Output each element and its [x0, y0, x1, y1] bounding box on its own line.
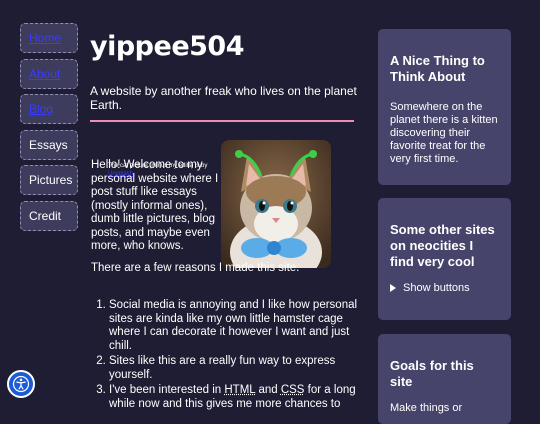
css-abbr: CSS — [281, 384, 305, 396]
accessibility-icon — [12, 375, 30, 393]
list-item: Sites like this are a really fun way to … — [109, 355, 371, 382]
nice-thing-card: A Nice Thing to Think About Somewhere on… — [378, 29, 511, 185]
main-content: yippee504 A website by another freak who… — [90, 30, 358, 122]
reasons-intro: There are a few reasons I made this site… — [91, 262, 351, 276]
reason-text: and — [255, 384, 281, 396]
nav-credit-button[interactable]: Credit — [20, 201, 78, 231]
card-body: Somewhere on the planet there is a kitte… — [390, 101, 499, 166]
show-buttons-toggle[interactable]: Show buttons — [390, 282, 499, 294]
nav-blog-link[interactable]: Blog — [20, 94, 78, 124]
nav-essays-button[interactable]: Essays — [20, 130, 78, 160]
disclosure-triangle-icon — [390, 284, 396, 292]
goals-card: Goals for this site Make things or — [378, 334, 511, 424]
cool-sites-card: Some other sites on neocities I find ver… — [378, 198, 511, 320]
reasons-list: Social media is annoying and I like how … — [91, 299, 371, 413]
tagline: A website by another freak who lives on … — [90, 84, 358, 112]
cat-picture — [221, 140, 331, 268]
side-nav: Home About Blog Essays Pictures Credit — [20, 23, 78, 236]
nav-pictures-button[interactable]: Pictures — [20, 165, 78, 195]
toggle-label: Show buttons — [403, 282, 470, 294]
reason-text: I've been interested in — [109, 384, 224, 396]
site-title: yippee504 — [90, 30, 358, 64]
card-body: Make things or — [390, 402, 499, 415]
pink-divider — [90, 120, 354, 122]
list-item: Social media is annoying and I like how … — [109, 299, 371, 353]
card-title: A Nice Thing to Think About — [390, 53, 499, 85]
html-abbr: HTML — [224, 384, 255, 396]
intro-paragraph: Hello! Welcome to my personal website wh… — [91, 159, 219, 254]
nav-home-link[interactable]: Home — [20, 23, 78, 53]
accessibility-button[interactable] — [7, 370, 35, 398]
nav-about-link[interactable]: About — [20, 59, 78, 89]
list-item: I've been interested in HTML and CSS for… — [109, 384, 371, 411]
card-title: Some other sites on neocities I find ver… — [390, 222, 499, 270]
card-title: Goals for this site — [390, 358, 499, 390]
